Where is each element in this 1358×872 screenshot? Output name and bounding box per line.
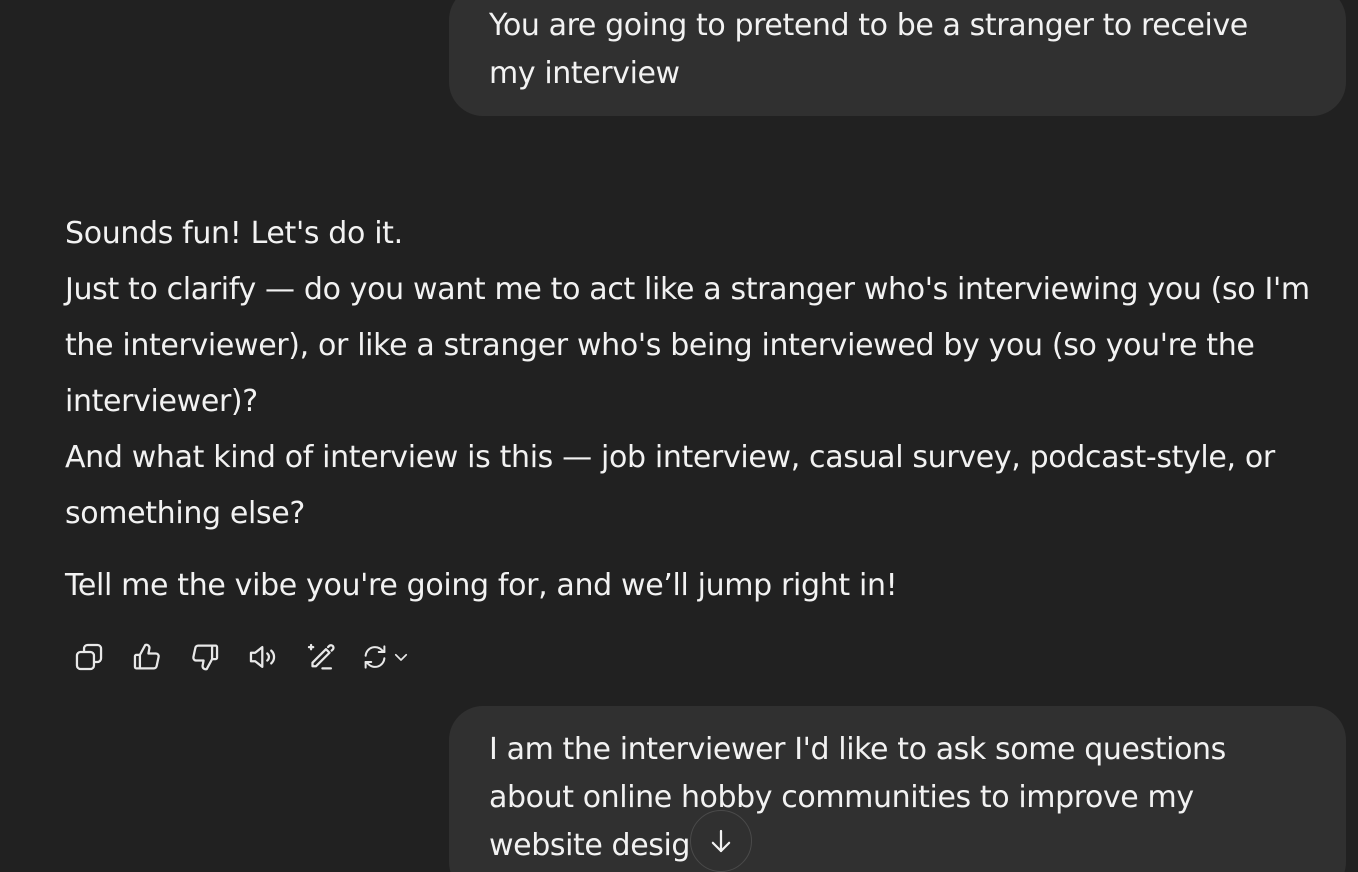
thumbs-up-icon (133, 643, 160, 670)
message-actions-bar (60, 634, 420, 680)
good-response-button[interactable] (118, 634, 176, 680)
regenerate-icon (364, 645, 386, 669)
chevron-down-icon (394, 653, 408, 661)
assistant-message: Sounds fun! Let's do it. Just to clarify… (65, 206, 1335, 614)
copy-button[interactable] (60, 634, 118, 680)
read-aloud-button[interactable] (234, 634, 292, 680)
copy-icon (75, 643, 103, 671)
assistant-paragraph: Tell me the vibe you're going for, and w… (65, 568, 898, 603)
user-message-line: about online hobby communities to improv… (489, 780, 1194, 815)
user-message-line: You are going to pretend to be a strange… (489, 8, 1248, 43)
edit-canvas-button[interactable] (292, 634, 350, 680)
assistant-paragraph: Sounds fun! Let's do it. (65, 216, 403, 251)
scroll-to-bottom-button[interactable] (690, 810, 752, 872)
user-message-line: I am the interviewer I'd like to ask som… (489, 732, 1226, 767)
read-aloud-icon (249, 645, 276, 669)
edit-icon (307, 643, 335, 670)
assistant-paragraph: And what kind of interview is this — job… (65, 440, 1275, 531)
regenerate-button[interactable] (350, 634, 420, 680)
bad-response-button[interactable] (176, 634, 234, 680)
chat-page: You are going to pretend to be a strange… (0, 0, 1358, 872)
assistant-paragraph: Just to clarify — do you want me to act … (65, 272, 1310, 419)
user-message-line: website desig (489, 828, 691, 863)
thumbs-down-icon (192, 644, 219, 671)
user-message: I am the interviewer I'd like to ask som… (449, 706, 1346, 872)
arrow-down-icon (711, 829, 731, 853)
user-message: You are going to pretend to be a strange… (449, 0, 1346, 116)
user-message-line: my interview (489, 56, 680, 91)
